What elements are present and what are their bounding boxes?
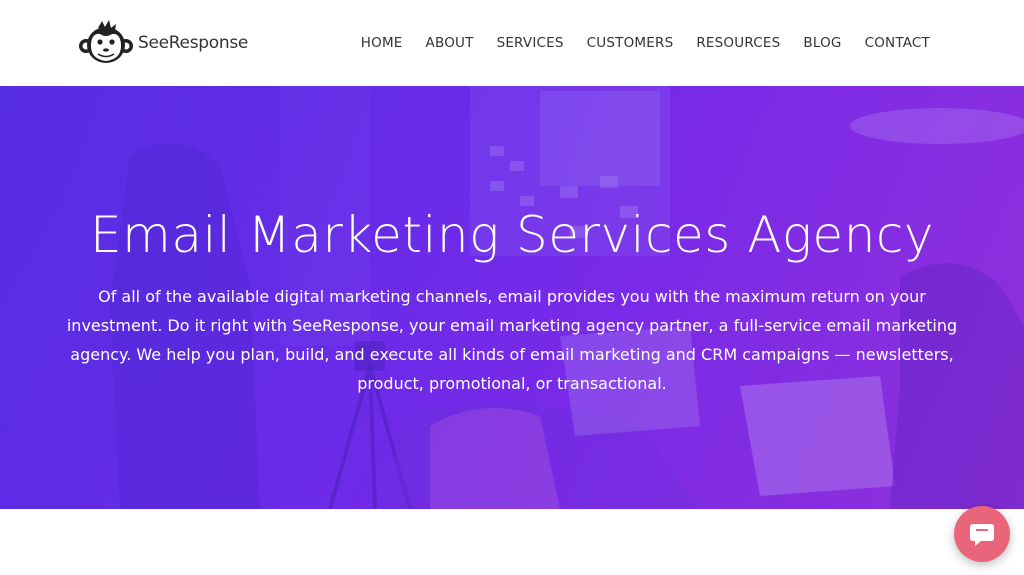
nav-item-home[interactable]: HOME: [361, 35, 403, 51]
nav-item-services[interactable]: SERVICES: [497, 35, 564, 51]
nav-item-customers[interactable]: CUSTOMERS: [587, 35, 674, 51]
nav-item-resources[interactable]: RESOURCES: [696, 35, 780, 51]
main-nav: HOME ABOUT SERVICES CUSTOMERS RESOURCES …: [338, 35, 930, 51]
site-header: SeeResponse HOME ABOUT SERVICES CUSTOMER…: [0, 0, 1024, 86]
chat-button[interactable]: [954, 506, 1010, 562]
nav-item-blog[interactable]: BLOG: [803, 35, 841, 51]
chat-bubble-icon: [970, 524, 994, 546]
hero-description: Of all of the available digital marketin…: [66, 287, 958, 393]
nav-item-contact[interactable]: CONTACT: [865, 35, 930, 51]
hero-section: Email Marketing Services Agency Of all o…: [0, 86, 1024, 509]
hero-title: Email Marketing Services Agency: [90, 206, 934, 264]
site-logo[interactable]: SeeResponse: [78, 19, 248, 67]
nav-item-about[interactable]: ABOUT: [426, 35, 474, 51]
brand-name: SeeResponse: [138, 33, 249, 53]
monkey-head-icon: [79, 20, 133, 63]
